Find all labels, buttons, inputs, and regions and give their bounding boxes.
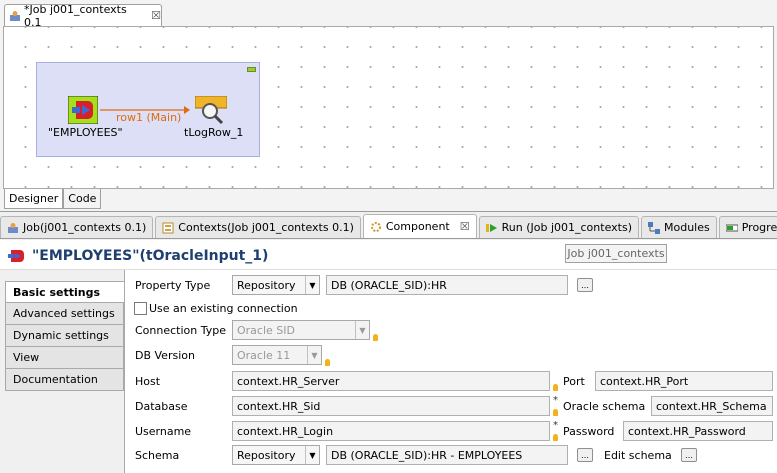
username-label: Username bbox=[135, 425, 192, 438]
schema-label: Schema bbox=[135, 449, 180, 462]
chevron-down-icon: ▼ bbox=[305, 276, 319, 294]
connection-type-value: Oracle SID bbox=[237, 323, 295, 337]
side-tab-documentation[interactable]: Documentation bbox=[5, 369, 124, 391]
host-label: Host bbox=[135, 375, 161, 388]
close-icon[interactable]: ☒ bbox=[151, 9, 161, 22]
tab-modules[interactable]: Modules bbox=[641, 216, 717, 238]
schema-select[interactable]: Repository ▼ bbox=[232, 445, 320, 465]
property-browse-button[interactable]: … bbox=[577, 278, 593, 292]
component-icon bbox=[370, 221, 381, 232]
chevron-down-icon: ▼ bbox=[355, 321, 369, 339]
tab-progress-label: Progress bbox=[741, 221, 777, 234]
contexts-icon bbox=[162, 222, 174, 233]
log-row-component-icon[interactable] bbox=[195, 96, 227, 124]
tab-job-label: Job(j001_contexts 0.1) bbox=[23, 221, 147, 234]
edit-schema-button[interactable]: … bbox=[681, 448, 697, 462]
use-existing-connection-checkbox[interactable] bbox=[134, 302, 147, 315]
row-link-label[interactable]: row1 (Main) bbox=[116, 111, 181, 124]
modules-icon bbox=[648, 221, 660, 234]
schema-value: Repository bbox=[237, 448, 296, 462]
property-type-select[interactable]: Repository ▼ bbox=[232, 275, 320, 295]
required-marker: * bbox=[553, 395, 558, 406]
hint-bulb-icon bbox=[373, 334, 378, 341]
hint-bulb-icon bbox=[553, 434, 558, 441]
run-icon bbox=[485, 223, 497, 232]
editor-tab-label: *Job j001_contexts 0.1 bbox=[24, 2, 127, 29]
component-title: "EMPLOYEES"(tOracleInput_1) bbox=[32, 248, 269, 264]
db-version-label: DB Version bbox=[135, 349, 195, 362]
tab-component-label: Component bbox=[385, 220, 450, 233]
close-icon[interactable]: ☒ bbox=[460, 220, 470, 233]
tab-code[interactable]: Code bbox=[63, 189, 102, 209]
side-tab-advanced-settings[interactable]: Advanced settings bbox=[5, 303, 124, 325]
host-input[interactable]: context.HR_Server bbox=[232, 371, 550, 391]
tab-progress[interactable]: Progress bbox=[718, 216, 777, 238]
tab-contexts[interactable]: Contexts(Job j001_contexts 0.1) bbox=[155, 216, 361, 238]
side-tab-view[interactable]: View bbox=[5, 347, 124, 369]
tab-run-label: Run (Job j001_contexts) bbox=[501, 221, 632, 234]
password-input[interactable]: context.HR_Password bbox=[623, 421, 773, 441]
subjob-collapse-icon[interactable] bbox=[247, 67, 256, 72]
db-version-value: Oracle 11 bbox=[237, 348, 291, 362]
property-type-value: Repository bbox=[237, 278, 296, 292]
view-tab-bar: Job(j001_contexts 0.1) Contexts(Job j001… bbox=[0, 214, 777, 239]
job-icon bbox=[8, 222, 18, 233]
tab-job[interactable]: Job(j001_contexts 0.1) bbox=[0, 216, 154, 238]
side-tab-dynamic-settings[interactable]: Dynamic settings bbox=[5, 325, 124, 347]
output-node-label: tLogRow_1 bbox=[184, 126, 244, 139]
hint-bulb-icon bbox=[553, 384, 558, 391]
use-existing-connection-label: Use an existing connection bbox=[149, 302, 298, 315]
oracle-input-component-icon[interactable] bbox=[68, 96, 98, 124]
input-node-label: "EMPLOYEES" bbox=[48, 126, 123, 139]
job-icon bbox=[10, 10, 20, 21]
database-input[interactable]: context.HR_Sid bbox=[232, 396, 550, 416]
property-db-field[interactable]: DB (ORACLE_SID):HR bbox=[326, 275, 568, 295]
editor-bottom-tabs: Designer Code bbox=[4, 189, 102, 209]
tooltip: Job j001_contexts bbox=[565, 244, 667, 263]
connection-type-label: Connection Type bbox=[135, 324, 227, 337]
schema-browse-button[interactable]: … bbox=[577, 448, 593, 462]
hint-bulb-icon bbox=[553, 409, 558, 416]
oracle-schema-input[interactable]: context.HR_Schema bbox=[651, 396, 773, 416]
chevron-down-icon: ▼ bbox=[307, 346, 321, 364]
edit-schema-label: Edit schema bbox=[604, 449, 672, 462]
tab-modules-label: Modules bbox=[664, 221, 710, 234]
settings-side-tabs: Basic settings Advanced settings Dynamic… bbox=[5, 281, 124, 391]
connection-type-select[interactable]: Oracle SID ▼ bbox=[232, 320, 370, 340]
port-label: Port bbox=[563, 375, 585, 388]
oracle-input-icon bbox=[8, 250, 24, 262]
tab-run[interactable]: Run (Job j001_contexts) bbox=[478, 216, 639, 238]
required-marker: * bbox=[553, 420, 558, 431]
tab-designer[interactable]: Designer bbox=[4, 189, 64, 209]
tab-component[interactable]: Component ☒ bbox=[362, 214, 477, 238]
schema-db-field[interactable]: DB (ORACLE_SID):HR - EMPLOYEES bbox=[326, 445, 568, 465]
username-input[interactable]: context.HR_Login bbox=[232, 421, 550, 441]
chevron-down-icon: ▼ bbox=[305, 446, 319, 464]
editor-tab-job[interactable]: *Job j001_contexts 0.1 ☒ bbox=[4, 2, 162, 29]
progress-icon bbox=[725, 224, 738, 231]
property-type-label: Property Type bbox=[135, 279, 211, 292]
port-input[interactable]: context.HR_Port bbox=[595, 371, 773, 391]
tab-contexts-label: Contexts(Job j001_contexts 0.1) bbox=[178, 221, 354, 234]
password-label: Password bbox=[563, 425, 615, 438]
oracle-schema-label: Oracle schema bbox=[563, 400, 646, 413]
database-label: Database bbox=[135, 400, 188, 413]
db-version-select[interactable]: Oracle 11 ▼ bbox=[232, 345, 322, 365]
side-tab-basic-settings[interactable]: Basic settings bbox=[5, 281, 124, 303]
hint-bulb-icon bbox=[325, 359, 330, 366]
